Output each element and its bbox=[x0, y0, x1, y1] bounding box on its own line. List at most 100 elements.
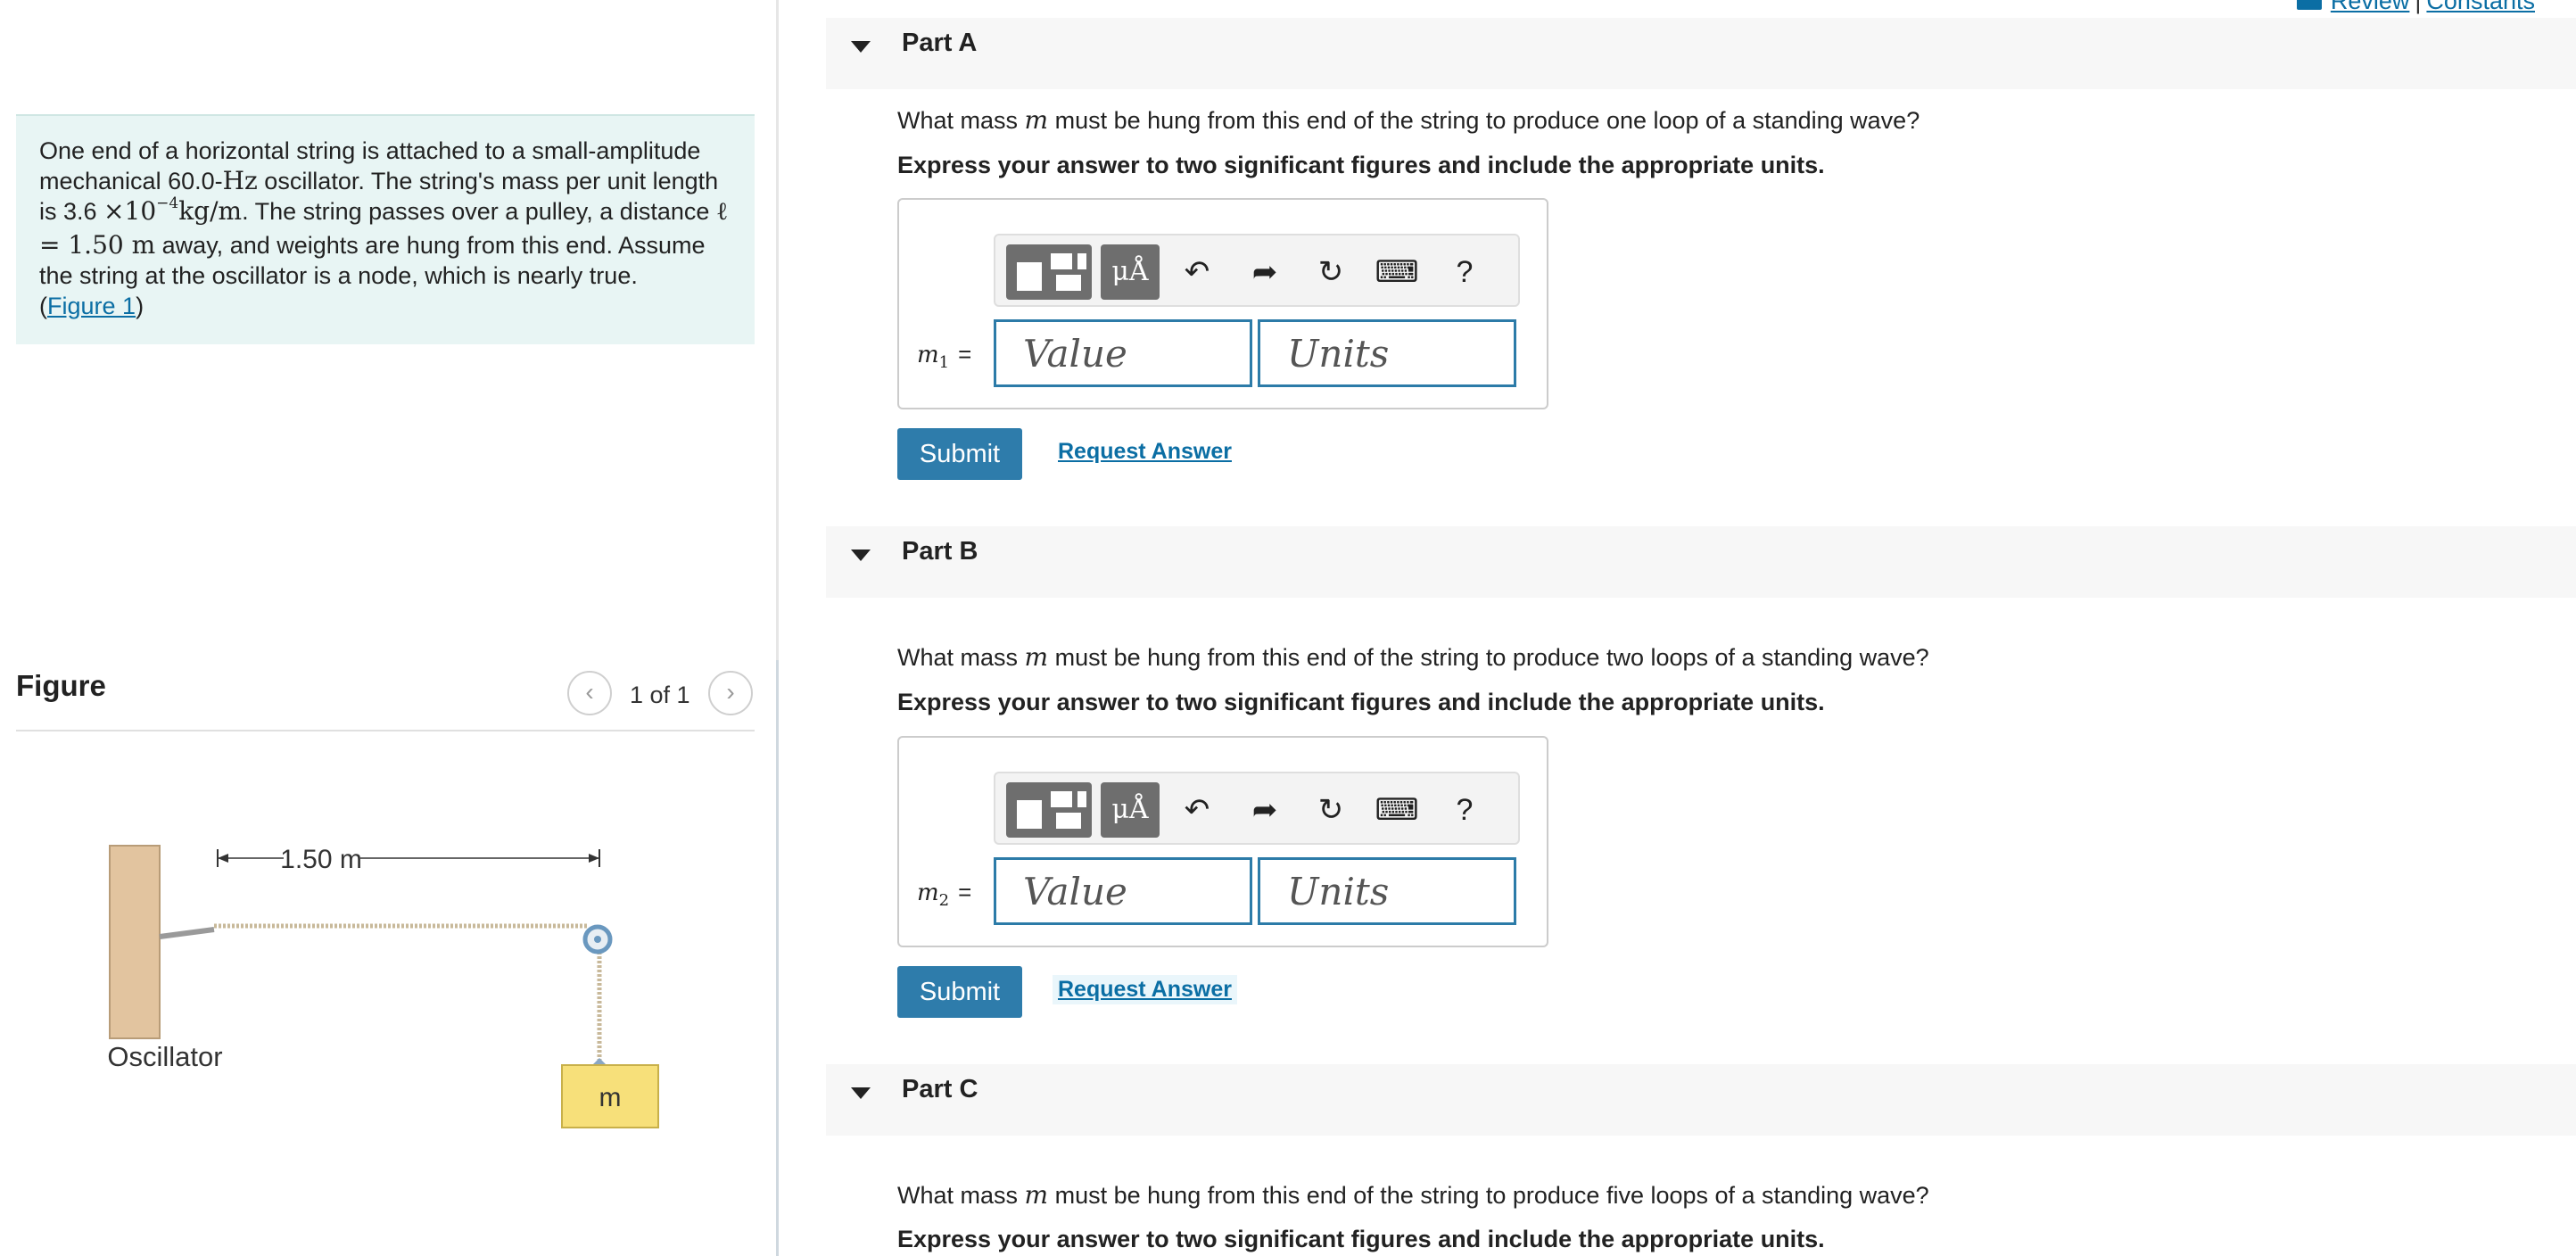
value-input[interactable] bbox=[994, 319, 1252, 387]
answer-variable-label: m1 = bbox=[917, 341, 971, 372]
part-a-instruction: Express your answer to two significant f… bbox=[897, 152, 1825, 178]
oscillator-label: Oscillator bbox=[107, 1041, 222, 1072]
templates-button[interactable] bbox=[1006, 244, 1092, 300]
undo-button[interactable]: ↶ bbox=[1174, 244, 1220, 300]
figure-title: Figure bbox=[16, 669, 106, 702]
left-panel: One end of a horizontal string is attach… bbox=[0, 0, 776, 1256]
question-text: What mass bbox=[897, 1182, 1025, 1209]
part-c-header[interactable]: Part C bbox=[826, 1064, 2576, 1136]
figure-1-diagram: m 1.50 m Oscillator bbox=[107, 845, 659, 1128]
column-divider-accent bbox=[776, 660, 779, 1256]
oscillator-rod bbox=[159, 927, 215, 939]
redo-icon: ➦ bbox=[1251, 255, 1278, 289]
pulley-hub bbox=[594, 936, 601, 943]
arrow-right bbox=[589, 854, 599, 863]
part-b-answer-box: μÅ ↶ ➦ ↻ ⌨ ? m2 = bbox=[897, 736, 1548, 947]
part-b-instruction: Express your answer to two significant f… bbox=[897, 689, 1825, 715]
problem-text-3: . The string passes over a pulley, a dis… bbox=[242, 198, 716, 225]
right-panel: Review | Constants Part A What mass m must… bbox=[826, 0, 2576, 1256]
request-answer-link[interactable]: Request Answer bbox=[1053, 975, 1237, 1004]
mass-variable: m bbox=[1024, 642, 1049, 672]
undo-icon: ↶ bbox=[1184, 255, 1210, 289]
question-text: must be hung from this end of the string… bbox=[1048, 107, 1920, 134]
collapse-arrow-icon bbox=[851, 1087, 871, 1099]
top-links-separator: | bbox=[2415, 0, 2422, 14]
templates-button[interactable] bbox=[1006, 782, 1092, 838]
figure-paren-close: ) bbox=[136, 293, 144, 319]
undo-icon: ↶ bbox=[1184, 793, 1210, 827]
collapse-arrow-icon bbox=[851, 41, 871, 53]
keyboard-icon: ⌨ bbox=[1375, 793, 1419, 827]
constants-link[interactable]: Constants bbox=[2426, 0, 2535, 14]
keyboard-icon: ⌨ bbox=[1375, 255, 1419, 289]
top-links: Review | Constants bbox=[2296, 0, 2540, 15]
redo-icon: ➦ bbox=[1251, 793, 1278, 827]
part-a-answer-box: μÅ ↶ ➦ ↻ ⌨ ? m1 = bbox=[897, 198, 1548, 409]
equals-sign: = bbox=[958, 341, 972, 368]
figure-paren-open: ( bbox=[39, 293, 47, 319]
units-input[interactable] bbox=[1258, 857, 1516, 925]
part-c-title: Part C bbox=[902, 1075, 978, 1103]
part-b-title: Part B bbox=[902, 537, 978, 566]
equals-sign: = bbox=[958, 879, 972, 905]
collapse-arrow-icon bbox=[851, 550, 871, 561]
part-a-header[interactable]: Part A bbox=[826, 18, 2576, 89]
chevron-left-icon: ‹ bbox=[585, 678, 594, 706]
reset-button[interactable]: ↻ bbox=[1308, 782, 1354, 838]
previous-figure-button[interactable]: ‹ bbox=[567, 671, 612, 715]
part-b-header[interactable]: Part B bbox=[826, 526, 2576, 598]
reset-icon: ↻ bbox=[1317, 255, 1344, 289]
reset-button[interactable]: ↻ bbox=[1308, 244, 1354, 300]
arrow-left bbox=[218, 854, 228, 863]
math-toolbar: μÅ ↶ ➦ ↻ ⌨ ? bbox=[994, 234, 1520, 307]
submit-button[interactable]: Submit bbox=[897, 428, 1022, 480]
mass-variable: m bbox=[1024, 1180, 1049, 1210]
kg-per-m-unit: kg/m bbox=[178, 196, 243, 226]
figure-header: Figure ‹ 1 of 1 › bbox=[16, 660, 755, 731]
keyboard-button[interactable]: ⌨ bbox=[1374, 782, 1420, 838]
next-figure-button[interactable]: › bbox=[708, 671, 753, 715]
figure-counter: 1 of 1 bbox=[630, 682, 690, 708]
help-button[interactable]: ? bbox=[1441, 782, 1488, 838]
part-b-question: What mass m must be hung from this end o… bbox=[897, 642, 1929, 672]
chevron-right-icon: › bbox=[726, 678, 735, 706]
keyboard-button[interactable]: ⌨ bbox=[1374, 244, 1420, 300]
units-input[interactable] bbox=[1258, 319, 1516, 387]
answer-sub: 1 bbox=[938, 353, 950, 373]
problem-statement: One end of a horizontal string is attach… bbox=[16, 114, 755, 344]
reset-icon: ↻ bbox=[1317, 793, 1344, 827]
undo-button[interactable]: ↶ bbox=[1174, 782, 1220, 838]
redo-button[interactable]: ➦ bbox=[1242, 244, 1288, 300]
units-button[interactable]: μÅ bbox=[1101, 244, 1160, 300]
part-a-title: Part A bbox=[902, 29, 978, 57]
submit-button[interactable]: Submit bbox=[897, 966, 1022, 1018]
exponent: −4 bbox=[156, 194, 179, 212]
answer-variable-label: m2 = bbox=[917, 879, 971, 910]
review-icon bbox=[2296, 0, 2322, 10]
hz-unit: Hz bbox=[222, 166, 258, 195]
request-answer-link[interactable]: Request Answer bbox=[1058, 439, 1232, 465]
question-text: What mass bbox=[897, 644, 1025, 671]
question-text: must be hung from this end of the string… bbox=[1048, 1182, 1929, 1209]
answer-sub: 2 bbox=[938, 891, 950, 911]
answer-var: m bbox=[917, 880, 939, 906]
answer-var: m bbox=[917, 342, 939, 368]
math-toolbar: μÅ ↶ ➦ ↻ ⌨ ? bbox=[994, 772, 1520, 845]
question-text: What mass bbox=[897, 107, 1025, 134]
units-button[interactable]: μÅ bbox=[1101, 782, 1160, 838]
help-button[interactable]: ? bbox=[1441, 244, 1488, 300]
mass-variable: m bbox=[1024, 105, 1049, 135]
part-c-instruction: Express your answer to two significant f… bbox=[897, 1226, 1825, 1252]
mass-label: m bbox=[599, 1083, 622, 1112]
distance-label: 1.50 m bbox=[280, 845, 362, 874]
question-text: must be hung from this end of the string… bbox=[1048, 644, 1929, 671]
hook bbox=[592, 1058, 607, 1065]
review-link[interactable]: Review bbox=[2331, 0, 2410, 14]
times-ten: ×10 bbox=[103, 196, 157, 226]
figure-1-link[interactable]: Figure 1 bbox=[47, 293, 136, 319]
oscillator-block bbox=[109, 845, 161, 1039]
redo-button[interactable]: ➦ bbox=[1242, 782, 1288, 838]
part-c-question: What mass m must be hung from this end o… bbox=[897, 1180, 1929, 1210]
value-input[interactable] bbox=[994, 857, 1252, 925]
part-a-question: What mass m must be hung from this end o… bbox=[897, 105, 1920, 135]
